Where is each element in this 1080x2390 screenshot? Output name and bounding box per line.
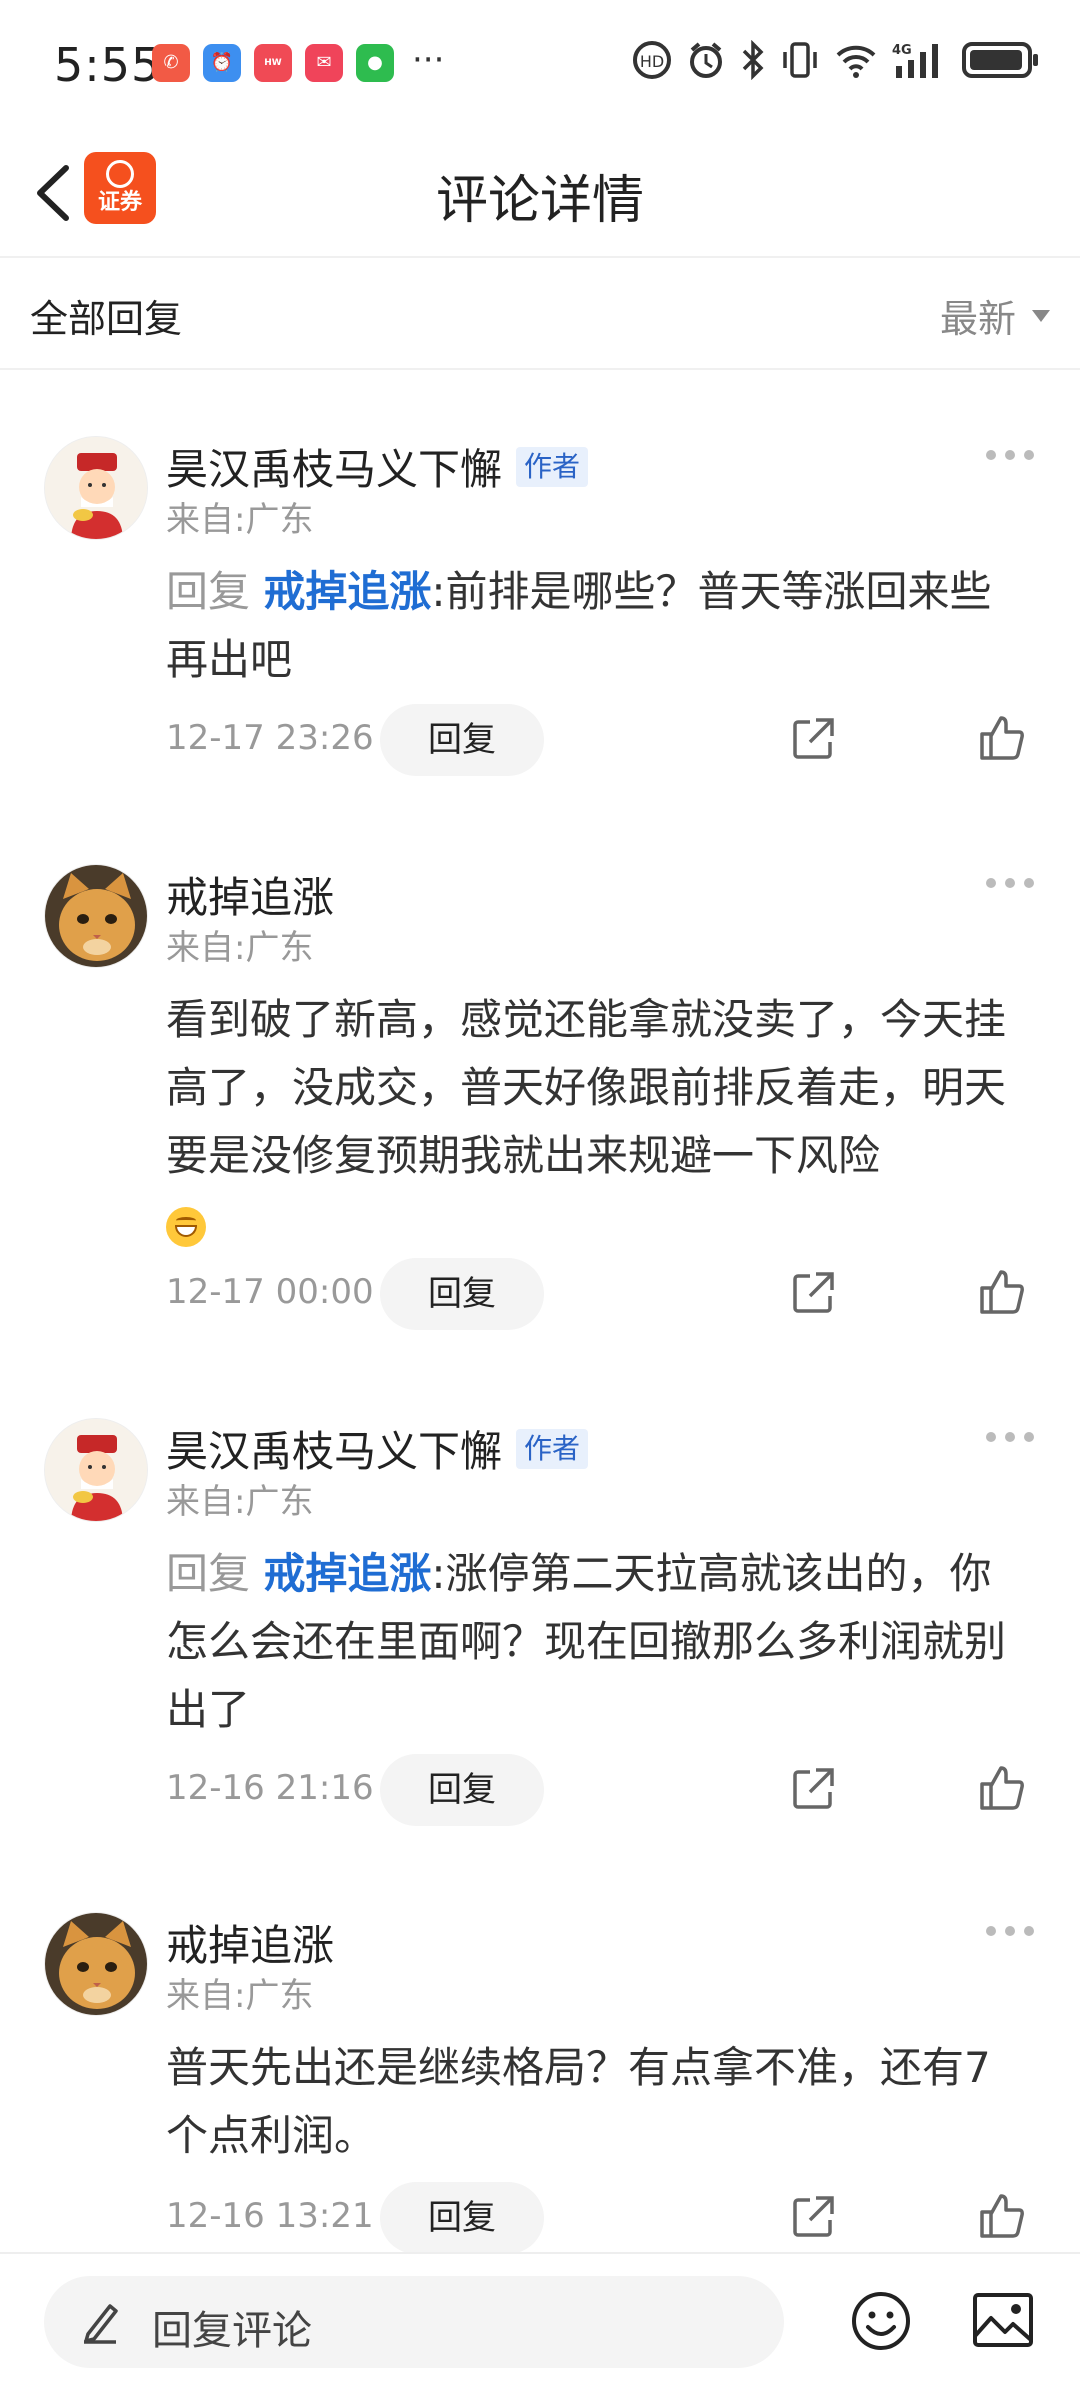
all-replies-label: 全部回复 bbox=[30, 297, 183, 341]
avatar[interactable] bbox=[44, 1418, 148, 1522]
god-of-wealth-avatar-icon bbox=[45, 1419, 147, 1521]
4g-signal-icon: 4G bbox=[892, 43, 938, 78]
share-icon[interactable] bbox=[790, 1766, 836, 1812]
caret-down-icon bbox=[1032, 309, 1050, 322]
avatar[interactable] bbox=[44, 1912, 148, 2016]
missed-call-icon: ✆ bbox=[152, 44, 190, 82]
comment-text: 看到破了新高，感觉还能拿就没卖了，今天挂高了，没成交，普天好像跟前排反着走，明天… bbox=[166, 995, 1007, 1180]
timestamp: 12-17 23:26 bbox=[166, 718, 374, 758]
pen-icon bbox=[84, 2304, 118, 2344]
timestamp: 12-16 13:21 bbox=[166, 2196, 374, 2236]
page-title: 评论详情 bbox=[435, 171, 644, 231]
more-options-button[interactable] bbox=[986, 450, 1034, 460]
more-options-button[interactable] bbox=[986, 878, 1034, 888]
username-text: 昊汉禹枝马义下懈 bbox=[166, 1427, 503, 1476]
username[interactable]: 昊汉禹枝马义下懈 作者 bbox=[166, 1418, 589, 1479]
comment-item: 昊汉禹枝马义下懈 作者 来自:广东 回复 戒掉追涨:涨停第二天拉高就该出的，你怎… bbox=[0, 1418, 1080, 1826]
alarm-app-icon: ⏰ bbox=[203, 44, 241, 82]
avatar[interactable] bbox=[44, 864, 148, 968]
like-icon[interactable] bbox=[978, 2192, 1026, 2240]
image-icon[interactable] bbox=[972, 2292, 1034, 2348]
sort-label: 最新 bbox=[939, 297, 1016, 341]
system-icons: HD 4G bbox=[632, 40, 1040, 80]
comment-meta-row: 12-16 13:21 回复 bbox=[0, 2182, 1080, 2254]
wifi-icon bbox=[836, 45, 876, 78]
location-label: 来自:广东 bbox=[166, 1482, 314, 1522]
comment-body: 回复 戒掉追涨:前排是哪些？普天等涨回来些再出吧 bbox=[166, 558, 1026, 694]
comment-item: 戒掉追涨 来自:广东 看到破了新高，感觉还能拿就没卖了，今天挂高了，没成交，普天… bbox=[0, 864, 1080, 1344]
comment-item: 戒掉追涨 来自:广东 普天先出还是继续格局？有点拿不准，还有7个点利润。 12-… bbox=[0, 1912, 1080, 2254]
god-of-wealth-avatar-icon bbox=[45, 437, 147, 539]
reply-comment-input[interactable]: 回复评论 bbox=[44, 2276, 784, 2368]
comment-meta-row: 12-17 23:26 回复 bbox=[0, 704, 1080, 776]
app-logo[interactable]: 证券 bbox=[84, 152, 156, 224]
status-bar: 5:55 ✆ ⏰ HW ✉ ● ··· HD 4G bbox=[0, 0, 1080, 130]
bottom-reply-bar: 回复评论 bbox=[0, 2252, 1080, 2390]
share-icon[interactable] bbox=[790, 2194, 836, 2240]
like-icon[interactable] bbox=[978, 1764, 1026, 1812]
emoji-icon[interactable] bbox=[850, 2290, 912, 2352]
reply-prefix: 回复 bbox=[166, 567, 251, 616]
username-text: 戒掉追涨 bbox=[166, 1921, 335, 1970]
mention-link[interactable]: 戒掉追涨 bbox=[263, 1549, 431, 1598]
reply-button[interactable]: 回复 bbox=[380, 704, 544, 776]
separator: : bbox=[431, 567, 446, 616]
alarm-icon bbox=[690, 42, 722, 78]
hd-call-icon: HD bbox=[633, 41, 671, 79]
status-time: 5:55 bbox=[54, 38, 162, 92]
wechat-icon: ● bbox=[356, 44, 394, 82]
username[interactable]: 昊汉禹枝马义下懈 作者 bbox=[166, 436, 589, 497]
username[interactable]: 戒掉追涨 bbox=[166, 864, 334, 925]
username-text: 昊汉禹枝马义下懈 bbox=[166, 445, 503, 494]
reply-button[interactable]: 回复 bbox=[380, 1754, 544, 1826]
reply-prefix: 回复 bbox=[166, 1549, 251, 1598]
location-label: 来自:广东 bbox=[166, 1976, 314, 2016]
avatar[interactable] bbox=[44, 436, 148, 540]
share-icon[interactable] bbox=[790, 1270, 836, 1316]
location-label: 来自:广东 bbox=[166, 500, 314, 540]
grin-emoji-icon bbox=[166, 1206, 206, 1247]
comment-body: 回复 戒掉追涨:涨停第二天拉高就该出的，你怎么会还在里面啊？现在回撤那么多利润就… bbox=[166, 1540, 1026, 1744]
comment-body: 看到破了新高，感觉还能拿就没卖了，今天挂高了，没成交，普天好像跟前排反着走，明天… bbox=[166, 986, 1026, 1258]
reply-button[interactable]: 回复 bbox=[380, 1258, 544, 1330]
like-icon[interactable] bbox=[978, 714, 1026, 762]
comment-text: 普天先出还是继续格局？有点拿不准，还有7个点利润。 bbox=[166, 2043, 991, 2160]
username-text: 戒掉追涨 bbox=[166, 873, 335, 922]
username[interactable]: 戒掉追涨 bbox=[166, 1912, 334, 1973]
sort-dropdown[interactable]: 最新 bbox=[940, 288, 1050, 343]
author-badge: 作者 bbox=[516, 1428, 589, 1469]
vibrate-icon bbox=[783, 42, 817, 78]
logo-text: 证券 bbox=[97, 190, 142, 215]
more-options-button[interactable] bbox=[986, 1432, 1034, 1442]
top-nav-bar: 评论详情 证券 bbox=[0, 130, 1080, 258]
cat-avatar-icon bbox=[45, 1913, 147, 2015]
cat-avatar-icon bbox=[45, 865, 147, 967]
svg-text:HD: HD bbox=[640, 52, 664, 71]
back-button[interactable] bbox=[26, 160, 86, 226]
svg-text:4G: 4G bbox=[892, 43, 912, 58]
comment-item: 昊汉禹枝马义下懈 作者 来自:广东 回复 戒掉追涨:前排是哪些？普天等涨回来些再… bbox=[0, 436, 1080, 776]
reply-button[interactable]: 回复 bbox=[380, 2182, 544, 2254]
comment-meta-row: 12-16 21:16 回复 bbox=[0, 1754, 1080, 1826]
author-badge: 作者 bbox=[516, 446, 589, 487]
battery-icon bbox=[962, 42, 1038, 78]
bluetooth-icon bbox=[742, 40, 764, 80]
like-icon[interactable] bbox=[978, 1268, 1026, 1316]
mention-link[interactable]: 戒掉追涨 bbox=[263, 567, 431, 616]
mail-app-icon: ✉ bbox=[305, 44, 343, 82]
location-label: 来自:广东 bbox=[166, 928, 314, 968]
separator: : bbox=[431, 1549, 446, 1598]
timestamp: 12-17 00:00 bbox=[166, 1272, 374, 1312]
reply-placeholder: 回复评论 bbox=[152, 2308, 312, 2354]
more-notifications: ··· bbox=[412, 40, 445, 80]
filter-row: 全部回复 最新 bbox=[0, 258, 1080, 370]
timestamp: 12-16 21:16 bbox=[166, 1768, 374, 1808]
huawei-app-icon: HW bbox=[254, 44, 292, 82]
comment-body: 普天先出还是继续格局？有点拿不准，还有7个点利润。 bbox=[166, 2034, 1026, 2170]
comment-meta-row: 12-17 00:00 回复 bbox=[0, 1258, 1080, 1330]
more-options-button[interactable] bbox=[986, 1926, 1034, 1936]
share-icon[interactable] bbox=[790, 716, 836, 762]
